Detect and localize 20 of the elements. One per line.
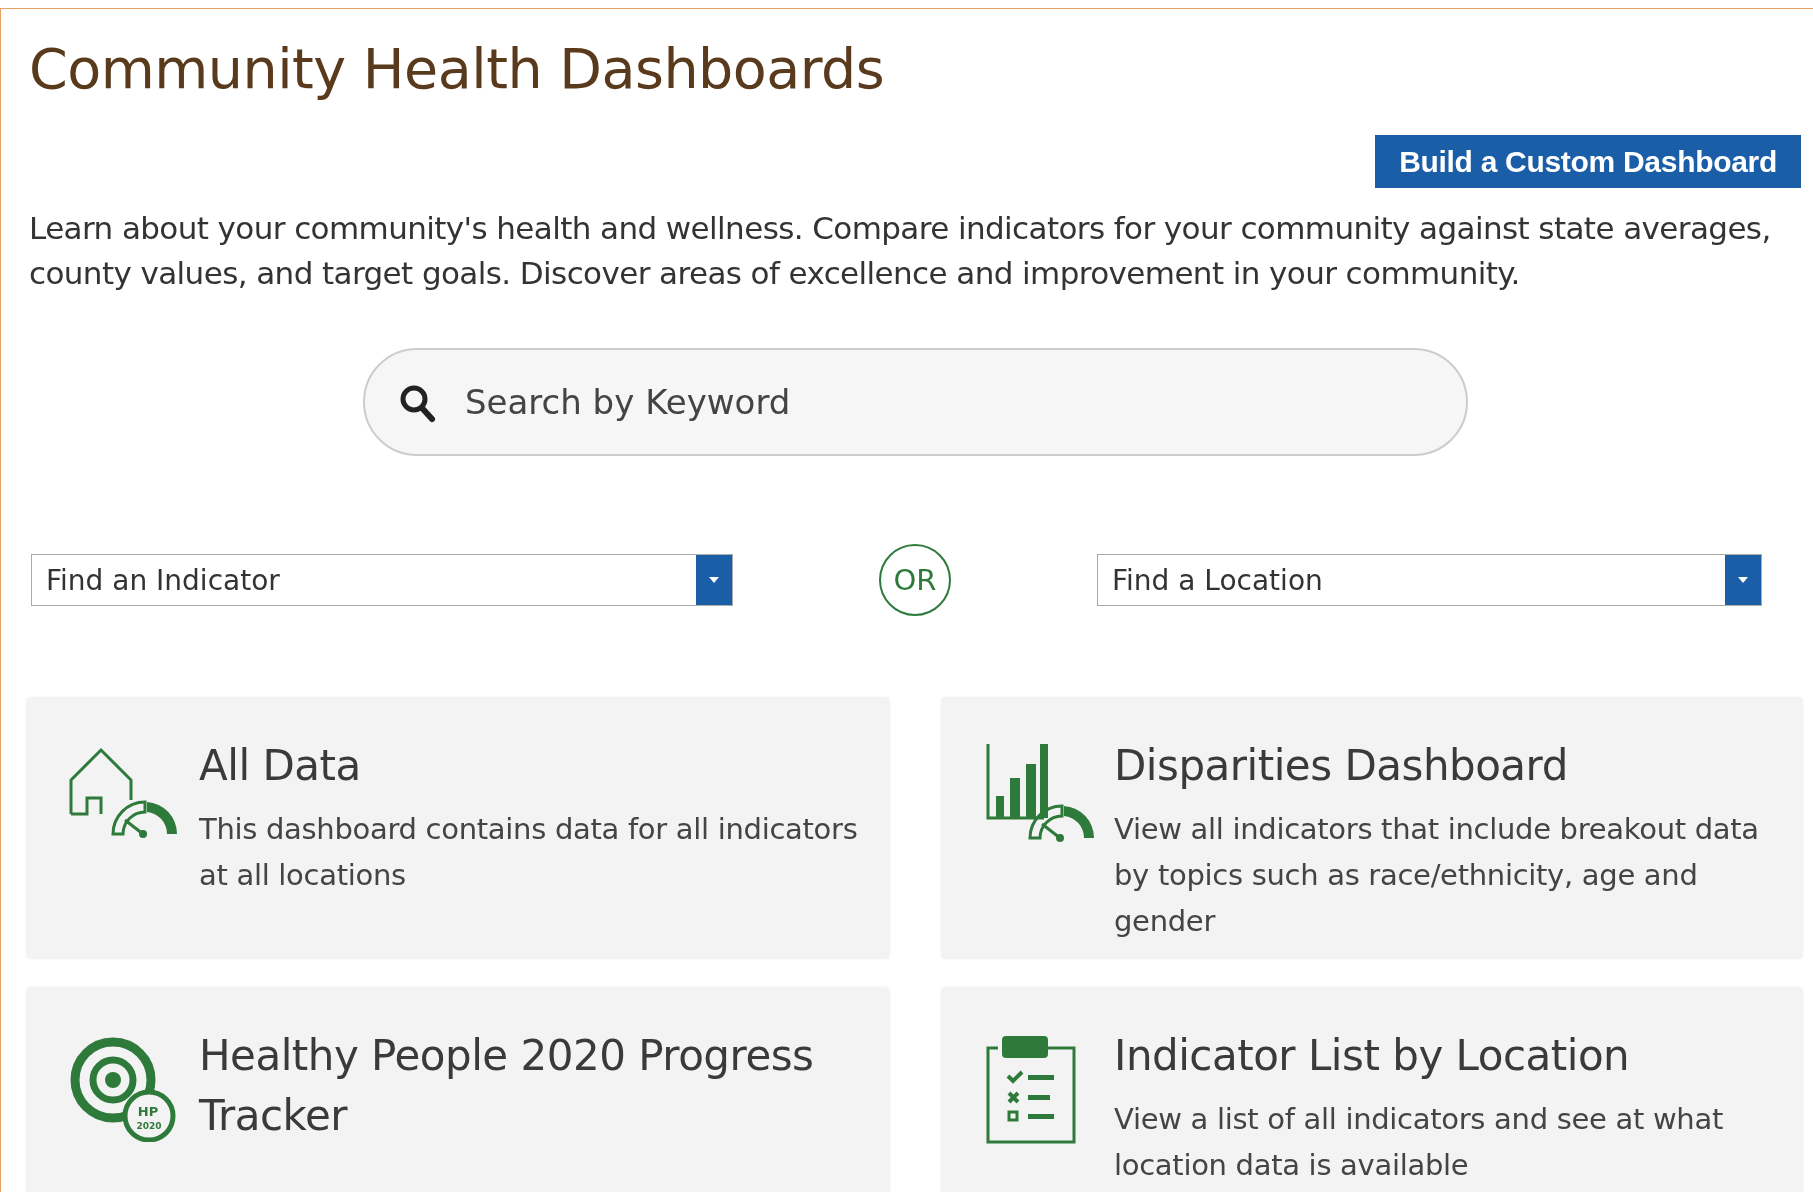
dashboard-card[interactable]: Disparities Dashboard View all indicators that include breakout data by topics such as race/ethnicity, age and gender — [942, 698, 1802, 958]
card-title: Indicator List by Location — [1114, 1030, 1631, 1082]
intro-text: Learn about your community's health and wellness. Compare indicators for your community against state averages, county values, and target goals. Discover areas of excellence and improvement in your community. — [29, 209, 1772, 293]
dashboard-card[interactable]: Indicator List by Location View a list of all indicators and see at what location data is available — [942, 988, 1802, 1192]
dashboard-card[interactable]: All Data This dashboard contains data for all indicators at all locations — [27, 698, 889, 958]
search-icon — [399, 384, 437, 424]
caret-icon — [1738, 577, 1748, 583]
search-field[interactable]: Search by Keyword — [363, 348, 1468, 456]
card-title: Disparities Dashboard — [1114, 740, 1569, 792]
card-description: View a list of all indicators and see at what location data is available — [1114, 1101, 1724, 1184]
card-title: Healthy People 2020 Progress Tracker — [199, 1030, 815, 1142]
card-description: This dashboard contains data for all indicators at all locations — [199, 811, 859, 894]
card-title: All Data — [199, 740, 362, 792]
caret-icon — [709, 577, 719, 583]
build-dashboard-button[interactable]: Build a Custom Dashboard — [1375, 135, 1801, 188]
dashboard-card[interactable]: HP 2020 Healthy People 2020 Progress Tracker — [27, 988, 889, 1192]
dropdown-field[interactable]: Find an Indicator — [31, 554, 733, 606]
page-title: Community Health Dashboards — [29, 35, 886, 103]
card-description: View all indicators that include breakout data by topics such as race/ethnicity, age and gender — [1114, 811, 1760, 940]
dropdown-field[interactable]: Find a Location — [1097, 554, 1762, 606]
